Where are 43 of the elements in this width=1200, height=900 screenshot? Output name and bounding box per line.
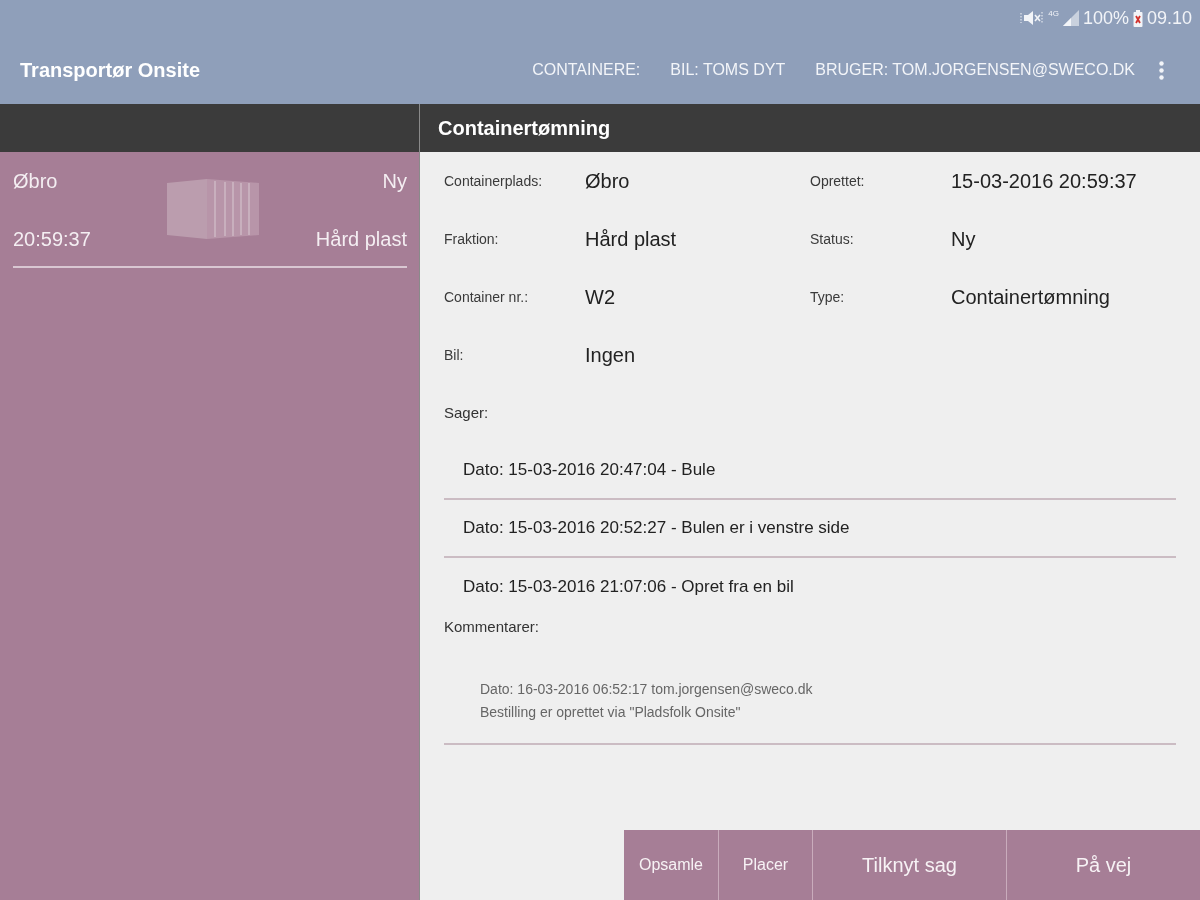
network-type-label: 4G	[1048, 10, 1059, 18]
field-label: Fraktion:	[444, 229, 500, 249]
time-text: 20:59:37	[13, 227, 91, 252]
container-icon	[167, 179, 259, 239]
more-menu-icon[interactable]	[1159, 60, 1164, 80]
case-entry: Dato: 15-03-2016 21:07:06 - Opret fra en bil	[462, 576, 795, 599]
field-value: 15-03-2016 20:59:37	[951, 169, 1138, 194]
field-value: Ingen	[585, 343, 637, 368]
field-value: Containertømning	[951, 285, 1111, 310]
clock-time: 09.10	[1146, 6, 1192, 30]
signal-icon	[1062, 10, 1079, 26]
place-text: Øbro	[13, 169, 58, 194]
mute-icon	[1020, 8, 1045, 28]
field-label: Containerplads:	[444, 171, 544, 191]
action-button[interactable]: Placer	[718, 830, 812, 900]
field-label: Bil:	[444, 345, 465, 365]
comment-text: Bestilling er oprettet via "Pladsfolk Onsite"	[480, 703, 742, 722]
fraction-text: Hård plast	[315, 227, 407, 252]
action-button[interactable]: Tilknyt sag	[812, 830, 1006, 900]
section-label: Kommentarer:	[444, 616, 541, 637]
comment-meta: Dato: 16-03-2016 06:52:17 tom.jorgensen@sweco.dk	[480, 680, 814, 699]
app-title: Transportør Onsite	[20, 58, 201, 83]
detail-title-bar: Containertømning	[420, 104, 1200, 152]
section-label: Sager:	[444, 402, 490, 423]
field-label: Container nr.:	[444, 287, 530, 307]
toolbar-action[interactable]: BIL: TOMS DYT	[670, 58, 786, 82]
field-value: Ny	[951, 227, 977, 252]
field-label: Type:	[810, 287, 846, 307]
toolbar-action[interactable]: CONTAINERE:	[532, 58, 641, 82]
action-button[interactable]: Opsamle	[624, 830, 718, 900]
status-text: Ny	[382, 169, 407, 194]
case-entry: Dato: 15-03-2016 20:52:27 - Bulen er i venstre side	[444, 500, 1176, 558]
case-entry: Dato: 15-03-2016 20:47:04 - Bule	[444, 442, 1176, 500]
field-label: Oprettet:	[810, 171, 866, 191]
toolbar-action[interactable]: BRUGER: TOM.JORGENSEN@SWECO.DK	[815, 58, 1135, 82]
battery-percent: 100%	[1082, 6, 1129, 30]
container-list-item[interactable]: Øbro Ny 20:59:37 Hård plast	[13, 152, 407, 268]
field-label: Status:	[810, 229, 855, 249]
battery-icon	[1132, 9, 1143, 27]
field-value: W2	[585, 285, 616, 310]
field-value: Hård plast	[585, 227, 678, 252]
action-button[interactable]: På vej	[1006, 830, 1200, 900]
field-value: Øbro	[585, 169, 631, 194]
